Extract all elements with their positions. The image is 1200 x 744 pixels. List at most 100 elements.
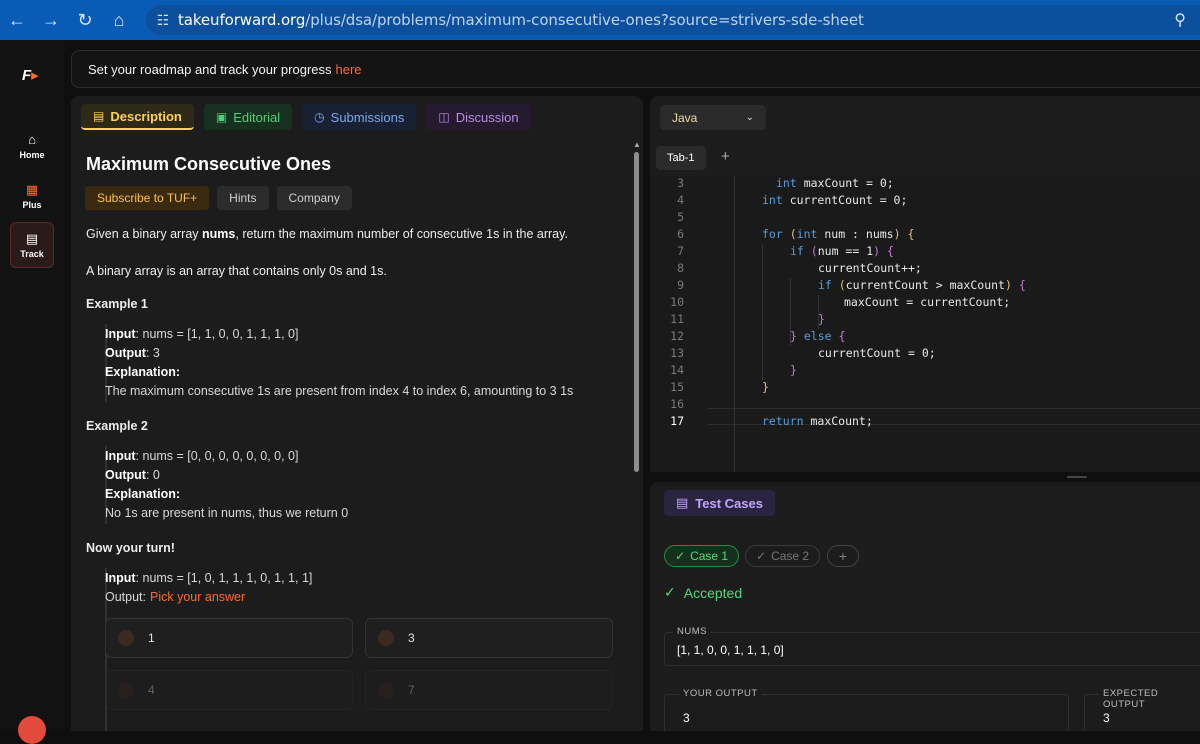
code-line: 16 xyxy=(650,397,1200,414)
example-output: Output: 0 xyxy=(105,466,160,485)
code-text: currentCount++; xyxy=(818,261,922,275)
resize-handle[interactable] xyxy=(1067,476,1087,478)
input-label: Input xyxy=(105,571,136,585)
tab-label: Submissions xyxy=(330,109,405,125)
company-chip[interactable]: Company xyxy=(276,186,352,210)
add-case-button[interactable]: + xyxy=(827,545,859,567)
code-text: return maxCount; xyxy=(762,414,873,428)
chevron-down-icon: ⌄ xyxy=(745,112,754,123)
add-tab-icon[interactable]: + xyxy=(721,148,730,165)
test-cases-header[interactable]: ▤ Test Cases xyxy=(664,490,775,516)
description-panel: ▤ Description ▣ Editorial ◷ Submissions ◫ Di… xyxy=(71,96,643,731)
line-number: 11 xyxy=(670,312,684,326)
case-2-button[interactable]: ✓ Case 2 xyxy=(745,545,821,567)
line-number: 16 xyxy=(670,397,684,411)
answer-option[interactable]: 4 xyxy=(105,670,353,710)
zoom-icon[interactable]: ⚲ xyxy=(1174,10,1186,30)
problem-chips: Subscribe to TUF+ Hints Company xyxy=(85,186,352,210)
book-icon: ▣ xyxy=(215,110,228,124)
code-line: 3 xyxy=(650,176,1200,193)
field-value: [1, 1, 0, 0, 1, 1, 1, 0] xyxy=(677,643,784,657)
example-input: Input: nums = [0, 0, 0, 0, 0, 0, 0, 0] xyxy=(105,447,299,466)
browser-toolbar: ← → ↻ ⌂ ☷ takeuforward.org/plus/dsa/prob… xyxy=(0,0,1200,40)
clock-icon: ◷ xyxy=(314,110,325,124)
problem-note: A binary array is an array that contains… xyxy=(86,264,387,278)
your-output-field: YOUR OUTPUT 3 xyxy=(664,688,1069,731)
language-select[interactable]: Java ⌄ xyxy=(660,105,766,130)
example-input: Input: nums = [1, 1, 0, 0, 1, 1, 1, 0] xyxy=(105,325,299,344)
code-area[interactable]: 3 int maxCount = 0; 4 int currentCount =… xyxy=(650,176,1200,472)
rail-item-label: Track xyxy=(20,248,44,259)
code-text: if (currentCount > maxCount) { xyxy=(818,278,1026,292)
subscribe-chip[interactable]: Subscribe to TUF+ xyxy=(85,186,210,210)
code-text: } xyxy=(762,380,769,394)
address-bar[interactable]: ☷ takeuforward.org/plus/dsa/problems/max… xyxy=(146,5,1200,35)
field-label: EXPECTED OUTPUT xyxy=(1099,688,1200,710)
explanation-text: The maximum consecutive 1s are present f… xyxy=(105,384,574,398)
output-value: : 3 xyxy=(145,346,160,360)
explanation-label: Explanation: xyxy=(105,365,181,379)
field-label: NUMS xyxy=(673,626,711,637)
rail-item-home[interactable]: ⌂ Home xyxy=(10,126,54,166)
tab-editorial[interactable]: ▣ Editorial xyxy=(203,104,293,130)
editor-tab[interactable]: Tab-1 xyxy=(656,146,706,170)
line-number: 5 xyxy=(677,210,684,224)
line-number: 7 xyxy=(677,244,684,258)
case-1-button[interactable]: ✓ Case 1 xyxy=(664,545,740,567)
case-label: Case 1 xyxy=(690,549,729,563)
code-text: for (int num : nums) { xyxy=(762,227,915,241)
radio-icon xyxy=(378,630,394,646)
editor-tab-bar: Tab-1 + xyxy=(650,146,1200,176)
tab-discussion[interactable]: ◫ Discussion xyxy=(426,104,531,130)
turn-input: Input: nums = [1, 0, 1, 1, 1, 0, 1, 1, 1… xyxy=(105,569,312,588)
tab-submissions[interactable]: ◷ Submissions xyxy=(302,104,417,130)
rail-item-track[interactable]: ▤ Track xyxy=(10,222,54,268)
code-text: if (num == 1) { xyxy=(790,244,894,258)
site-settings-icon[interactable]: ☷ xyxy=(148,5,178,35)
answer-option[interactable]: 7 xyxy=(365,670,613,710)
scroll-up-arrow-icon[interactable]: ▲ xyxy=(633,140,641,149)
chat-icon: ◫ xyxy=(438,110,450,124)
radio-icon xyxy=(118,682,134,698)
banner-text: Set your roadmap and track your progress xyxy=(88,61,332,77)
code-text: } xyxy=(790,363,797,377)
answer-option[interactable]: 1 xyxy=(105,618,353,658)
avatar[interactable] xyxy=(18,716,46,744)
url-text[interactable]: takeuforward.org/plus/dsa/problems/maxim… xyxy=(178,11,864,29)
explanation-label: Explanation: xyxy=(105,487,181,501)
code-text: int currentCount = 0; xyxy=(762,193,908,207)
answer-option[interactable]: 3 xyxy=(365,618,613,658)
radio-icon xyxy=(378,682,394,698)
example-title: Example 2 xyxy=(86,419,148,433)
line-number: 6 xyxy=(677,227,684,241)
rail-item-plus[interactable]: ▦ Plus xyxy=(10,176,54,216)
scrollbar-thumb[interactable] xyxy=(634,152,639,472)
output-label: Output xyxy=(105,346,146,360)
reload-icon[interactable]: ↻ xyxy=(68,0,102,40)
back-arrow-icon[interactable]: ← xyxy=(0,0,34,40)
forward-arrow-icon[interactable]: → xyxy=(34,0,68,40)
code-line: 5 xyxy=(650,210,1200,227)
plus-grid-icon: ▦ xyxy=(25,181,39,197)
code-line: 8 xyxy=(650,261,1200,278)
tuf-logo[interactable]: F▸ xyxy=(22,66,39,84)
example-title: Example 1 xyxy=(86,297,148,311)
nums-field: NUMS [1, 1, 0, 0, 1, 1, 1, 0] xyxy=(664,626,1200,666)
statement-text: Given a binary array xyxy=(86,227,203,241)
line-number: 4 xyxy=(677,193,684,207)
tab-label: Description xyxy=(110,108,182,124)
line-number: 10 xyxy=(670,295,684,309)
line-number: 9 xyxy=(677,278,684,292)
code-line: 12 xyxy=(650,329,1200,346)
your-turn-title: Now your turn! xyxy=(86,541,175,555)
code-line: 7 xyxy=(650,244,1200,261)
banner-link[interactable]: here xyxy=(336,62,362,77)
code-line: 14 xyxy=(650,363,1200,380)
code-text: maxCount = currentCount; xyxy=(844,295,1011,309)
input-value: : nums = [0, 0, 0, 0, 0, 0, 0, 0] xyxy=(135,449,299,463)
case-label: Case 2 xyxy=(771,549,810,563)
home-browser-icon[interactable]: ⌂ xyxy=(102,0,136,40)
tab-description[interactable]: ▤ Description xyxy=(81,104,194,130)
input-label: Input xyxy=(105,327,136,341)
hints-chip[interactable]: Hints xyxy=(217,186,269,210)
